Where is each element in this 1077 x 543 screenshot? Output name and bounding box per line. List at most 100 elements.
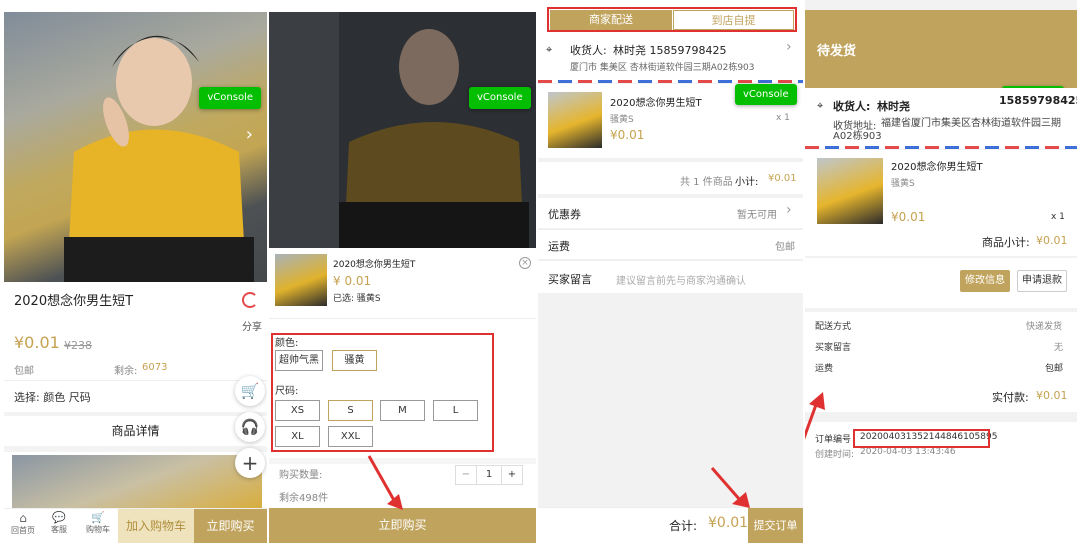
message-label: 买家留言 <box>815 343 852 353</box>
message-row[interactable]: 买家留言 建议留言前先与商家沟通确认 <box>538 260 803 293</box>
dimmed-model-illustration <box>269 12 529 248</box>
sheet-buy-now-button[interactable]: 立即购买 <box>269 508 536 543</box>
item-price: ¥0.01 <box>610 128 645 142</box>
arrow-annotation <box>710 467 750 508</box>
message-input[interactable]: 建议留言前先与商家沟通确认 <box>616 272 746 287</box>
submit-order-button[interactable]: 提交订单 <box>748 508 803 543</box>
cart-float-button[interactable]: 🛒 <box>235 376 265 406</box>
product-title: 2020想念你男生短T <box>14 294 134 309</box>
consignee-name: 林时尧 15859798425 <box>613 44 727 57</box>
detail-photo <box>12 455 262 510</box>
order-item: 2020想念你男生短T 骚黄S ¥0.01 x 1 vConsole <box>538 84 803 158</box>
stock-label: 剩余: <box>114 366 138 377</box>
product-page-panel: › vConsole 2020想念你男生短T 分享 ¥0.01 ¥238 包邮 … <box>4 0 267 543</box>
message-value: 无 <box>1054 343 1064 353</box>
subtotal-value: ¥0.01 <box>768 173 797 184</box>
detail-subtotal-label: 商品小计: <box>982 236 1030 249</box>
submit-bar: 合计: ¥0.01 提交订单 <box>538 507 803 543</box>
consignee-label: 收货人: <box>833 100 871 113</box>
delivery-label: 配送方式 <box>815 322 852 332</box>
qty-label: 购买数量: <box>279 470 323 481</box>
stock-remaining: 剩余498件 <box>279 493 329 504</box>
modify-info-button[interactable]: 修改信息 <box>960 270 1010 292</box>
qty-minus-button[interactable]: − <box>455 465 477 485</box>
message-label: 买家留言 <box>548 273 592 286</box>
add-float-button[interactable]: + <box>235 448 265 478</box>
close-icon[interactable]: × <box>519 257 531 269</box>
nav-home-label: 回首页 <box>11 526 35 535</box>
detail-item: 2020想念你男生短T 骚黄S ¥0.01 x 1 商品小计: ¥0.01 <box>805 150 1077 256</box>
nav-cart[interactable]: 🛒 购物车 <box>80 511 116 535</box>
tab-product-details[interactable]: 商品详情 <box>4 422 267 439</box>
chat-icon: 💬 <box>52 511 66 524</box>
order-detail-panel: 待发货 vConsole ⌖ 收货人: 林时尧 15859798425 收货地址… <box>805 0 1077 543</box>
add-to-cart-button[interactable]: 加入购物车 <box>118 509 194 543</box>
refund-button[interactable]: 申请退款 <box>1017 270 1067 292</box>
share-label[interactable]: 分享 <box>242 318 262 333</box>
order-status: 待发货 <box>817 44 857 59</box>
item-count: 共 1 件商品 <box>680 177 733 188</box>
paid-label: 实付款: <box>992 391 1029 404</box>
coupon-value: 暂无可用 <box>737 210 777 221</box>
item-qty: x 1 <box>776 113 790 123</box>
location-pin-icon: ⌖ <box>817 99 824 112</box>
nav-cart-label: 购物车 <box>86 525 110 534</box>
chevron-right-icon: › <box>786 39 792 55</box>
location-pin-icon: ⌖ <box>546 43 553 56</box>
chevron-right-icon: › <box>786 202 792 218</box>
item-name: 2020想念你男生短T <box>610 98 702 109</box>
order-no-highlight-box <box>853 429 990 448</box>
consignee-label: 收货人: <box>570 44 607 57</box>
consignee-name: 林时尧 <box>877 100 910 113</box>
total-label: 合计: <box>669 519 698 533</box>
freight-label: 运费 <box>548 240 570 253</box>
delivery-value: 快递发货 <box>1026 322 1063 332</box>
home-icon: ⌂ <box>19 511 27 525</box>
freight-label: 运费 <box>815 364 834 374</box>
action-row: 修改信息 申请退款 <box>805 258 1077 308</box>
vconsole-button[interactable]: vConsole <box>199 87 261 109</box>
detail-item-qty: x 1 <box>1051 212 1065 222</box>
item-thumbnail <box>548 92 602 148</box>
detail-item-thumbnail <box>817 158 883 224</box>
cart-icon: 🛒 <box>91 511 105 524</box>
share-icon[interactable] <box>242 292 258 308</box>
nav-home[interactable]: ⌂ 回首页 <box>6 511 40 536</box>
product-photo: › vConsole <box>4 12 267 282</box>
detail-item-variant: 骚黄S <box>891 179 915 189</box>
detail-subtotal-value: ¥0.01 <box>1036 234 1068 247</box>
bottom-nav: ⌂ 回首页 💬 客服 🛒 购物车 加入购物车 立即购买 <box>4 508 267 543</box>
next-image-icon[interactable]: › <box>246 124 253 145</box>
spec-selection-panel: vConsole 2020想念你男生短T × ¥ 0.01 已选: 骚黄S 颜色… <box>269 0 536 543</box>
detail-item-name: 2020想念你男生短T <box>891 162 983 173</box>
consignee-phone: 15859798425 <box>999 94 1077 107</box>
spec-selector[interactable]: 选择: 颜色 尺码 <box>14 389 91 405</box>
total-value: ¥0.01 <box>708 515 749 531</box>
address-text: 厦门市 集美区 杏林街道软件园三期A02栋903 <box>570 63 755 73</box>
product-old-price: ¥238 <box>64 339 92 352</box>
sheet-selected: 已选: 骚黄S <box>333 294 381 304</box>
vconsole-button[interactable]: vConsole <box>735 84 797 105</box>
sheet-price: ¥ 0.01 <box>333 274 372 288</box>
buy-now-button[interactable]: 立即购买 <box>194 509 267 543</box>
dimmed-product-photo: vConsole <box>269 12 536 248</box>
item-summary: 共 1 件商品 小计: ¥0.01 <box>538 162 803 194</box>
vconsole-button[interactable]: vConsole <box>469 87 531 109</box>
status-header: 待发货 <box>805 10 1077 88</box>
spec-highlight-box <box>271 333 494 452</box>
order-info-section: 配送方式 快递发货 买家留言 无 运费 包邮 实付款: ¥0.01 <box>805 312 1077 412</box>
sheet-product-name: 2020想念你男生短T <box>333 260 416 270</box>
address-card[interactable]: ⌖ 收货人: 林时尧 15859798425 › 厦门市 集美区 杏林街道软件园… <box>538 34 803 80</box>
arrow-annotation <box>367 455 403 510</box>
receiver-card: ⌖ 收货人: 林时尧 15859798425 收货地址: 福建省厦门市集美区杏林… <box>805 88 1077 146</box>
service-float-button[interactable]: 🎧 <box>235 412 265 442</box>
nav-service-label: 客服 <box>51 525 67 534</box>
coupon-row[interactable]: 优惠券 暂无可用 › <box>538 198 803 228</box>
product-price: ¥0.01 <box>14 333 60 352</box>
qty-plus-button[interactable]: + <box>501 465 523 485</box>
nav-service[interactable]: 💬 客服 <box>42 511 76 535</box>
arrow-annotation <box>805 392 825 440</box>
coupon-label: 优惠券 <box>548 208 581 221</box>
detail-item-price: ¥0.01 <box>891 210 926 224</box>
qty-input[interactable]: 1 <box>477 465 501 485</box>
